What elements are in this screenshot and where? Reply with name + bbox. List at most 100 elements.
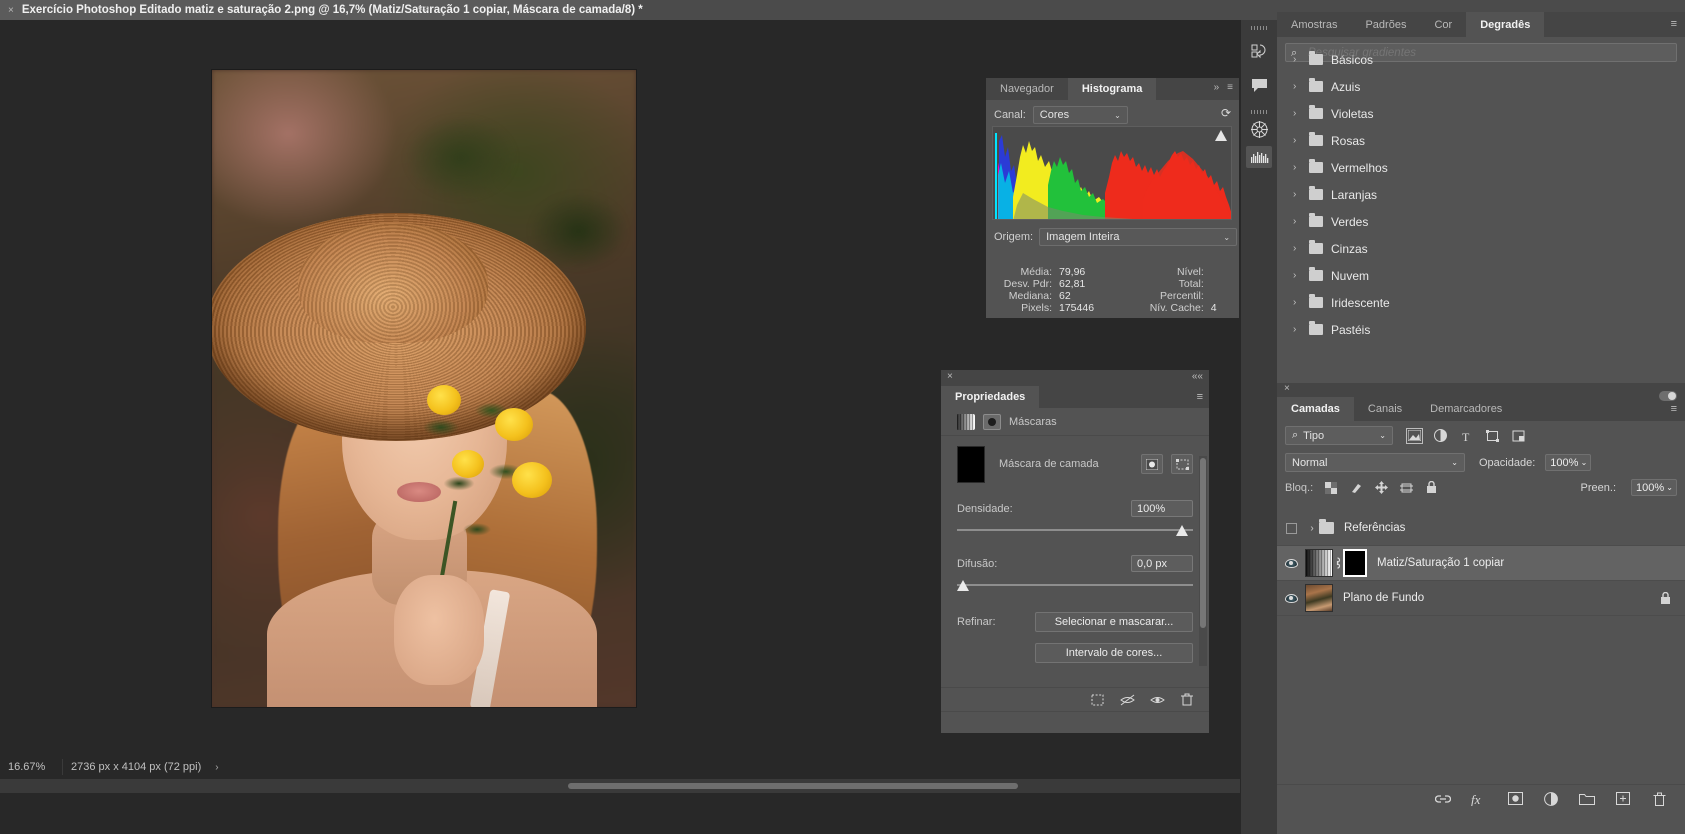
tab-camadas[interactable]: Camadas [1277, 397, 1354, 421]
chevron-right-icon[interactable]: › [1293, 162, 1301, 173]
layer-thumbnail[interactable] [1305, 584, 1333, 612]
gradient-folder-item[interactable]: › Azuis [1285, 73, 1677, 100]
filter-pixel-icon[interactable] [1406, 427, 1423, 444]
dock-grip-1[interactable] [1251, 26, 1267, 30]
visibility-checkbox[interactable] [1285, 522, 1297, 534]
adjustment-layer-icon[interactable] [1543, 791, 1559, 807]
expand-icon[interactable]: » [1214, 82, 1220, 93]
disable-mask-icon[interactable] [1119, 692, 1135, 708]
lock-transparent-pixels-icon[interactable] [1324, 481, 1338, 494]
vector-mask-icon[interactable] [983, 413, 1001, 430]
lock-artboard-icon[interactable] [1399, 481, 1413, 494]
dock-grip-2[interactable] [1251, 110, 1267, 114]
layer-style-icon[interactable]: fx [1471, 791, 1487, 807]
tab-padroes[interactable]: Padrões [1351, 12, 1421, 37]
chevron-right-icon[interactable]: › [1293, 216, 1301, 227]
gradient-folder-item[interactable]: › Laranjas [1285, 181, 1677, 208]
panel-menu-icon[interactable]: ≡ [1197, 391, 1203, 403]
table-row[interactable]: › Referências [1277, 511, 1685, 546]
gradient-folder-item[interactable]: › Pastéis [1285, 316, 1677, 343]
tab-amostras[interactable]: Amostras [1277, 12, 1352, 37]
filter-shape-icon[interactable] [1485, 429, 1500, 443]
chevron-right-icon[interactable]: › [1293, 135, 1301, 146]
gradient-folder-item[interactable]: › Violetas [1285, 100, 1677, 127]
lock-image-pixels-icon[interactable] [1349, 481, 1363, 494]
filter-type-icon[interactable]: T [1459, 429, 1474, 443]
delete-layer-icon[interactable] [1651, 791, 1667, 807]
chevron-right-icon[interactable]: › [1293, 81, 1301, 92]
new-layer-icon[interactable] [1615, 791, 1631, 807]
layer-mask-thumbnail[interactable] [1343, 549, 1367, 577]
gradient-folder-item[interactable]: › Rosas [1285, 127, 1677, 154]
histogram-dock-icon[interactable] [1246, 146, 1272, 168]
filter-adjustment-icon[interactable] [1433, 429, 1448, 443]
mask-thumbnail[interactable] [957, 445, 985, 483]
properties-scrollbar-track[interactable] [1199, 456, 1207, 666]
tab-navegador[interactable]: Navegador [986, 78, 1068, 100]
chevron-right-icon[interactable]: › [1293, 243, 1301, 254]
pixel-mask-icon[interactable] [957, 413, 975, 430]
tab-demarcadores[interactable]: Demarcadores [1416, 397, 1517, 421]
gradient-folder-list[interactable]: › Básicos › Azuis › Violetas › Rosas › V… [1285, 46, 1677, 391]
tab-propriedades[interactable]: Propriedades [941, 386, 1040, 408]
eye-icon[interactable] [1284, 593, 1298, 603]
layer-filter-select[interactable]: ⌕ Tipo ⌄ [1285, 426, 1393, 445]
tab-degrades[interactable]: Degradês [1466, 12, 1545, 37]
chevron-right-icon[interactable]: › [1293, 297, 1301, 308]
document-image[interactable] [212, 70, 636, 707]
link-icon[interactable] [1333, 556, 1343, 570]
layer-visibility-toggle[interactable] [1277, 593, 1305, 603]
status-expand-icon[interactable]: › [215, 762, 218, 773]
panel-menu-icon[interactable]: ≡ [1227, 82, 1233, 93]
table-row[interactable]: Matiz/Saturação 1 copiar [1277, 546, 1685, 581]
adjustments-icon[interactable] [1246, 118, 1272, 140]
chevron-right-icon[interactable]: › [1293, 189, 1301, 200]
tab-histograma[interactable]: Histograma [1067, 78, 1157, 100]
chevron-right-icon[interactable]: › [1293, 324, 1301, 335]
gradient-folder-item[interactable]: › Iridescente [1285, 289, 1677, 316]
add-pixel-mask-button[interactable] [1141, 454, 1163, 474]
blend-mode-select[interactable]: Normal ⌄ [1285, 453, 1465, 472]
chevron-right-icon[interactable]: › [1293, 108, 1301, 119]
lock-all-icon[interactable] [1424, 481, 1438, 494]
feather-input[interactable]: 0,0 px [1131, 555, 1193, 572]
view-mask-icon[interactable] [1149, 692, 1165, 708]
fill-input[interactable]: 100% ⌄ [1631, 479, 1677, 496]
layer-thumbnail[interactable] [1305, 549, 1333, 577]
libraries-icon[interactable] [1246, 40, 1272, 62]
gradient-folder-item[interactable]: › Cinzas [1285, 235, 1677, 262]
properties-scrollbar-thumb[interactable] [1200, 458, 1206, 628]
panel-menu-icon[interactable]: ≡ [1671, 403, 1677, 415]
comments-icon[interactable] [1246, 74, 1272, 96]
select-and-mask-button[interactable]: Selecionar e mascarar... [1035, 612, 1193, 632]
chevron-right-icon[interactable]: › [1293, 54, 1301, 65]
filter-smart-object-icon[interactable] [1511, 429, 1526, 443]
chevron-right-icon[interactable]: › [1293, 270, 1301, 281]
collapse-panels-icon[interactable]: «« [418, 3, 429, 14]
gradient-folder-item[interactable]: › Vermelhos [1285, 154, 1677, 181]
filter-toggle-switch[interactable] [1659, 391, 1677, 401]
layer-visibility-toggle[interactable] [1277, 558, 1305, 568]
layer-list[interactable]: › Referências Matiz/Saturação 1 copiar P… [1277, 511, 1685, 781]
panel-menu-icon[interactable]: ≡ [1671, 18, 1677, 30]
zoom-level[interactable]: 16.67% [0, 761, 62, 773]
new-group-icon[interactable] [1579, 791, 1595, 807]
feather-slider[interactable] [957, 578, 1193, 594]
lock-position-icon[interactable] [1374, 481, 1388, 494]
warning-icon[interactable] [1215, 130, 1227, 141]
density-input[interactable]: 100% [1131, 500, 1193, 517]
add-mask-icon[interactable] [1507, 791, 1523, 807]
close-icon[interactable]: × [1284, 383, 1290, 394]
link-layers-icon[interactable] [1435, 791, 1451, 807]
source-select[interactable]: Imagem Inteira ⌄ [1039, 228, 1238, 246]
tab-cor[interactable]: Cor [1420, 12, 1467, 37]
horizontal-scrollbar-thumb[interactable] [568, 783, 1018, 789]
load-selection-icon[interactable] [1089, 692, 1105, 708]
eye-icon[interactable] [1284, 558, 1298, 568]
density-slider[interactable] [957, 523, 1193, 539]
channel-select[interactable]: Cores ⌄ [1032, 106, 1128, 124]
collapse-icon[interactable]: «« [1192, 371, 1203, 382]
chevron-down-icon[interactable]: ⌄ [1581, 458, 1588, 467]
gradient-folder-item[interactable]: › Nuvem [1285, 262, 1677, 289]
document-tab[interactable]: × Exercício Photoshop Editado matiz e sa… [0, 0, 643, 20]
